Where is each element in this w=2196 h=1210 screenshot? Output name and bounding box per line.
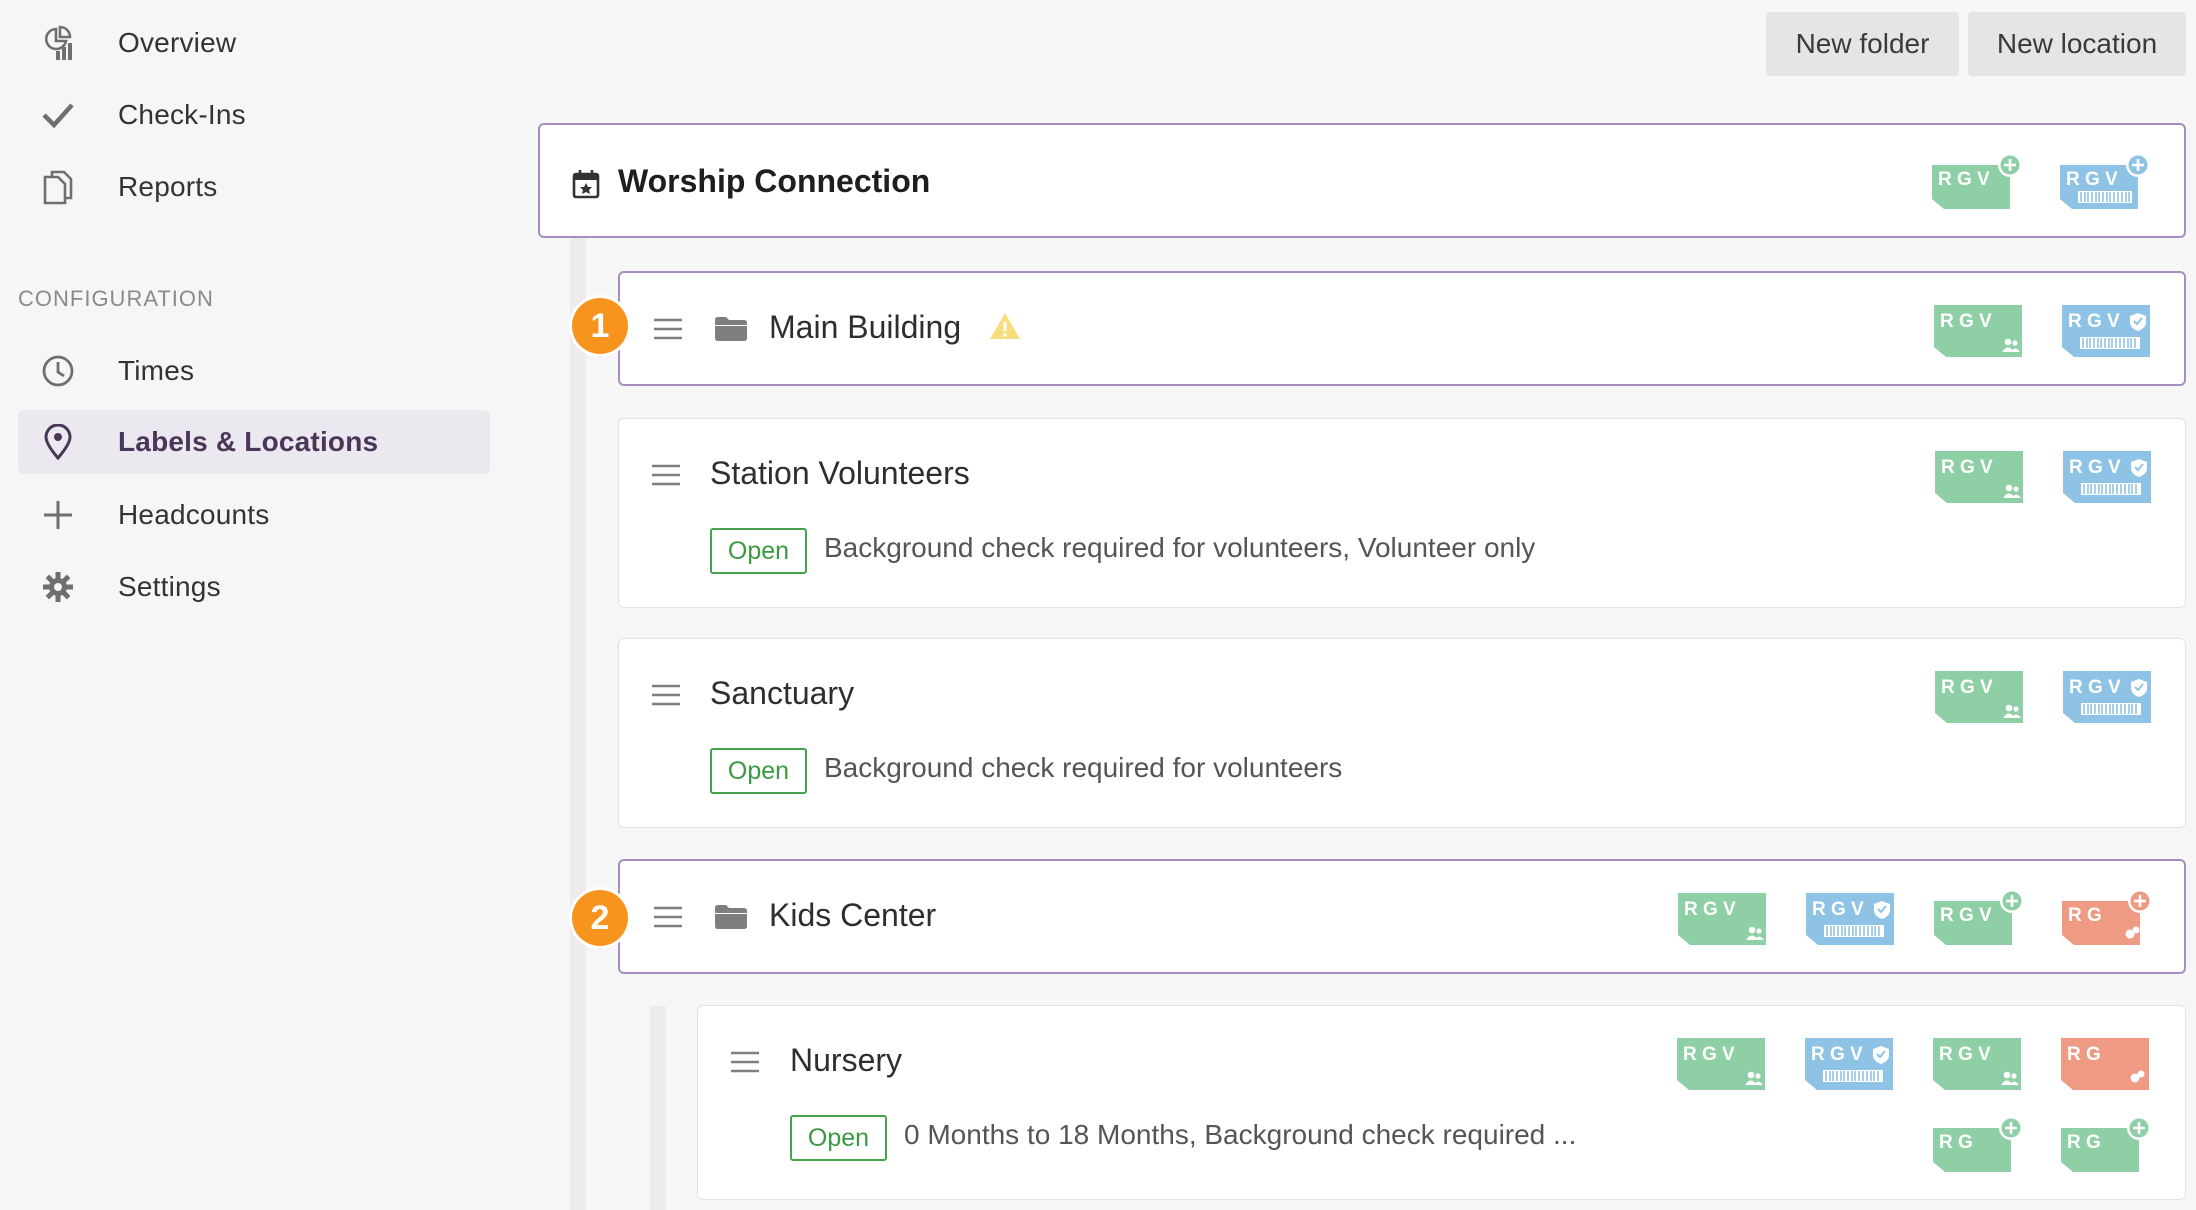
status-badge: Open — [710, 528, 807, 574]
step-marker: 1 — [572, 298, 628, 354]
location-card-station-volunteers[interactable]: Station Volunteers Open Background check… — [618, 418, 2186, 608]
green-label-people-icon[interactable] — [1673, 1032, 1767, 1094]
folder-card-kids-center[interactable]: Kids Center — [618, 859, 2186, 974]
clock-icon — [38, 351, 78, 391]
drag-handle-icon[interactable] — [730, 1051, 760, 1073]
green-label-people-icon[interactable] — [1674, 887, 1768, 949]
folder-title: Kids Center — [769, 897, 937, 933]
folder-title: Main Building — [769, 309, 962, 345]
plus-icon — [38, 495, 78, 535]
checkmark-icon — [38, 95, 78, 135]
drag-handle-icon[interactable] — [653, 906, 683, 928]
location-title: Nursery — [790, 1042, 903, 1078]
blue-barcode-label-shield-icon[interactable] — [2058, 299, 2152, 361]
reports-icon — [38, 167, 78, 207]
nav-check-ins[interactable]: Check-Ins — [18, 83, 490, 147]
red-label-add-icon[interactable] — [2058, 887, 2152, 949]
drag-handle-icon[interactable] — [651, 684, 681, 706]
nav-headcounts[interactable]: Headcounts — [18, 483, 490, 547]
tree-indent-rail — [650, 1006, 666, 1210]
folder-card-main-building[interactable]: Main Building — [618, 271, 2186, 386]
location-title: Station Volunteers — [710, 455, 970, 491]
green-label-people-icon[interactable] — [1931, 445, 2025, 507]
green-label-add-icon[interactable] — [1928, 151, 2022, 213]
tree-indent-rail — [570, 238, 586, 1210]
nav-label: Headcounts — [118, 499, 270, 530]
drag-handle-icon[interactable] — [651, 464, 681, 486]
nav-label: Settings — [118, 571, 221, 602]
location-description: 0 Months to 18 Months, Background check … — [904, 1119, 1577, 1150]
blue-barcode-label-shield-icon[interactable] — [2059, 665, 2153, 727]
green-label-add-icon[interactable] — [1929, 1114, 2023, 1176]
blue-barcode-label-add-icon[interactable] — [2056, 151, 2150, 213]
blue-barcode-label-shield-icon[interactable] — [1801, 1032, 1895, 1094]
location-description: Background check required for volunteers — [824, 752, 1343, 783]
warning-icon[interactable] — [988, 311, 1022, 346]
nav-label: Reports — [118, 171, 218, 202]
location-description: Background check required for volunteers… — [824, 532, 1536, 563]
location-title: Sanctuary — [710, 675, 855, 711]
nav-labels-locations[interactable]: Labels & Locations — [18, 410, 490, 474]
new-folder-button[interactable]: New folder — [1766, 12, 1959, 76]
nav-settings[interactable]: Settings — [18, 555, 490, 619]
sidebar: Overview Check-Ins Reports CONFIGURATION… — [0, 0, 500, 1210]
nav-label: Labels & Locations — [118, 426, 379, 457]
location-card-nursery[interactable]: Nursery Open 0 Months to 18 Months, Back… — [697, 1005, 2186, 1200]
folder-icon — [714, 316, 748, 342]
calendar-icon — [572, 169, 600, 204]
new-location-button[interactable]: New location — [1968, 12, 2186, 76]
blue-barcode-label-shield-icon[interactable] — [1802, 887, 1896, 949]
nav-reports[interactable]: Reports — [18, 155, 490, 219]
green-label-people-icon[interactable] — [1931, 665, 2025, 727]
nav-label: Overview — [118, 27, 237, 58]
red-label-icon[interactable] — [2057, 1032, 2151, 1094]
status-badge: Open — [710, 748, 807, 794]
blue-barcode-label-shield-icon[interactable] — [2059, 445, 2153, 507]
configuration-heading: CONFIGURATION — [18, 286, 214, 311]
nav-overview[interactable]: Overview — [18, 11, 490, 75]
status-badge: Open — [790, 1115, 887, 1161]
drag-handle-icon[interactable] — [653, 318, 683, 340]
location-title: Worship Connection — [618, 163, 931, 199]
gear-icon — [38, 567, 78, 607]
green-label-add-icon[interactable] — [2057, 1114, 2151, 1176]
location-card-sanctuary[interactable]: Sanctuary Open Background check required… — [618, 638, 2186, 828]
overview-icon — [38, 23, 78, 63]
nav-label: Times — [118, 355, 195, 386]
green-label-add-icon[interactable] — [1930, 887, 2024, 949]
folder-icon — [714, 904, 748, 930]
step-marker: 2 — [572, 890, 628, 946]
green-label-people-icon[interactable] — [1930, 299, 2024, 361]
nav-times[interactable]: Times — [18, 339, 490, 403]
green-label-people-icon[interactable] — [1929, 1032, 2023, 1094]
location-pin-icon — [38, 422, 78, 462]
nav-label: Check-Ins — [118, 99, 246, 130]
root-location-card[interactable]: Worship Connection — [538, 123, 2186, 238]
